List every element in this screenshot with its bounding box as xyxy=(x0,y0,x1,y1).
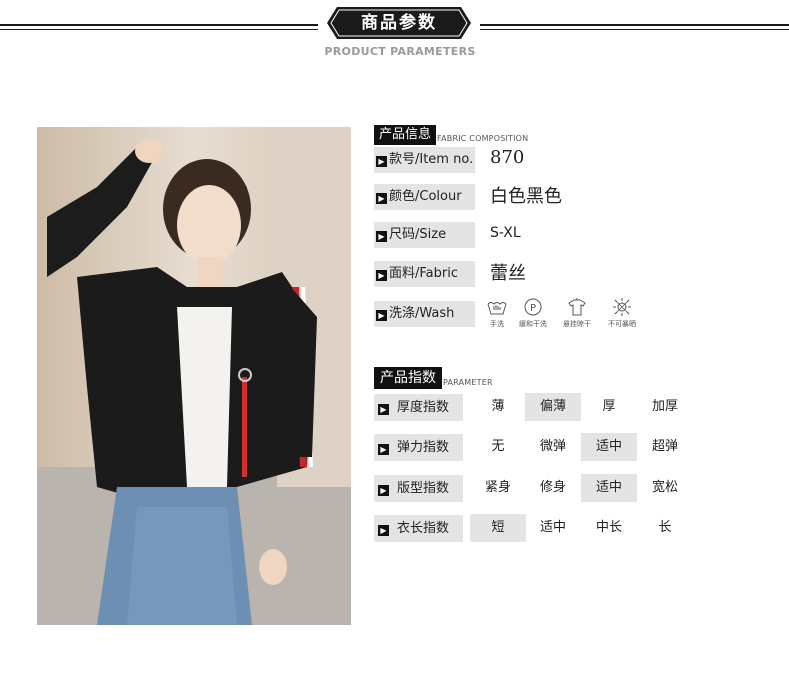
param-option-selected: 适中 xyxy=(581,474,637,502)
arrow-right-icon: ▶ xyxy=(378,444,389,455)
arrow-right-icon: ▶ xyxy=(376,231,387,242)
fabric-value: 蕾丝 xyxy=(490,263,526,284)
param-option: 长 xyxy=(658,520,672,535)
param-label: ▶ 厚度指数 xyxy=(374,394,463,421)
header-rule-left xyxy=(0,24,318,26)
param-option: 紧身 xyxy=(484,480,511,495)
gentle-dry-clean-icon: P 缓和干洗 xyxy=(512,298,554,329)
page-subtitle: PRODUCT PARAMETERS xyxy=(324,45,476,58)
hang-dry-icon: 悬挂晾干 xyxy=(556,298,598,329)
param-option: 超弹 xyxy=(651,439,678,454)
fabric-section-header: 产品信息 FABRIC COMPOSITION xyxy=(374,125,528,145)
arrow-right-icon: ▶ xyxy=(378,404,389,415)
arrow-right-icon: ▶ xyxy=(376,156,387,167)
param-label: ▶ 弹力指数 xyxy=(374,434,463,461)
colour-label: ▶ 颜色/Colour xyxy=(374,184,475,210)
header-rule-right xyxy=(480,24,789,26)
arrow-right-icon: ▶ xyxy=(376,310,387,321)
param-option-selected: 短 xyxy=(470,514,526,542)
param-option: 宽松 xyxy=(651,480,678,495)
param-option: 适中 xyxy=(539,520,566,535)
page-title: 商品参数 xyxy=(361,13,437,33)
wash-icons: 手洗 P 缓和干洗 悬挂晾干 不可暴晒 xyxy=(484,298,654,334)
colour-value: 白色黑色 xyxy=(490,186,562,207)
arrow-right-icon: ▶ xyxy=(376,270,387,281)
wash-label: ▶ 洗涤/Wash xyxy=(374,301,475,327)
param-section-tag: 产品指数 xyxy=(374,367,442,389)
param-label: ▶ 衣长指数 xyxy=(374,515,463,542)
product-photo xyxy=(37,127,351,625)
param-section-header: 产品指数 PARAMETER xyxy=(374,367,493,389)
param-option: 薄 xyxy=(491,399,505,414)
arrow-right-icon: ▶ xyxy=(378,525,389,536)
param-option: 中长 xyxy=(595,520,622,535)
param-option-selected: 偏薄 xyxy=(525,393,581,421)
fabric-label: ▶ 面料/Fabric xyxy=(374,261,475,287)
size-label: ▶ 尺码/Size xyxy=(374,222,475,248)
arrow-right-icon: ▶ xyxy=(378,485,389,496)
fabric-section-sub: FABRIC COMPOSITION xyxy=(437,134,529,143)
param-option: 无 xyxy=(491,439,505,454)
param-option: 加厚 xyxy=(651,399,678,414)
header-rule-left-thin xyxy=(0,29,318,30)
item-no-label: ▶ 款号/Item no. xyxy=(374,147,475,173)
param-label: ▶ 版型指数 xyxy=(374,475,463,502)
param-section-sub: PARAMETER xyxy=(443,378,493,387)
size-value: S-XL xyxy=(490,225,521,241)
param-option: 微弹 xyxy=(539,439,566,454)
item-no-value: 870 xyxy=(490,147,525,168)
no-sun-icon: 不可暴晒 xyxy=(601,298,643,329)
param-option: 修身 xyxy=(539,480,566,495)
fabric-section-tag: 产品信息 xyxy=(374,125,437,145)
param-option-selected: 适中 xyxy=(581,433,637,461)
header-badge: 商品参数 xyxy=(327,7,471,39)
arrow-right-icon: ▶ xyxy=(376,193,387,204)
param-option: 厚 xyxy=(602,399,616,414)
header-rule-right-thin xyxy=(480,29,789,30)
svg-text:P: P xyxy=(530,303,536,314)
